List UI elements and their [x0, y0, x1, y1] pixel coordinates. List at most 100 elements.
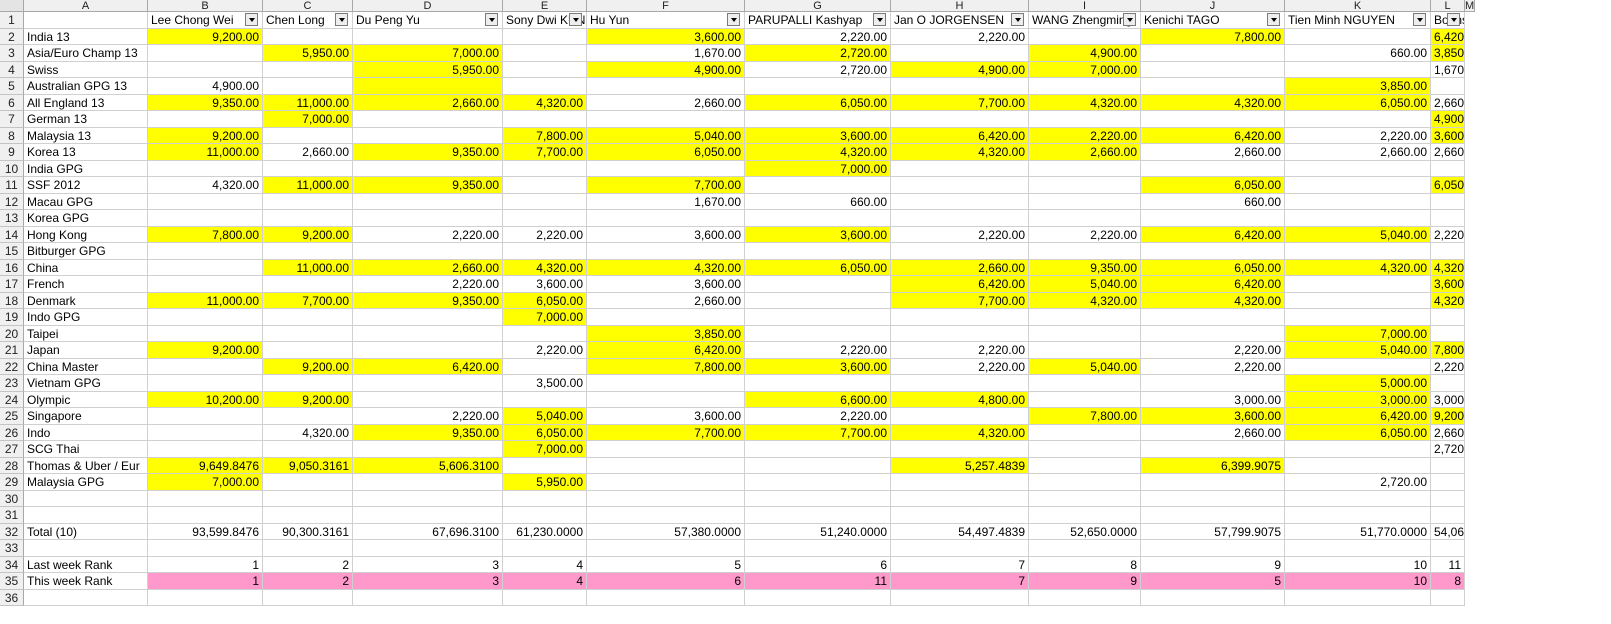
- row-header[interactable]: 29: [0, 474, 24, 491]
- points-cell[interactable]: 7,000.00: [148, 474, 263, 491]
- row-header[interactable]: 12: [0, 193, 24, 210]
- points-cell[interactable]: 4,900.00: [1431, 111, 1465, 128]
- points-cell[interactable]: 6,050.00: [1285, 94, 1431, 111]
- row-header[interactable]: 25: [0, 408, 24, 425]
- row-header[interactable]: 21: [0, 342, 24, 359]
- column-header-B[interactable]: B: [148, 0, 263, 12]
- points-cell[interactable]: [353, 441, 503, 458]
- points-cell[interactable]: 6,420.00: [1141, 127, 1285, 144]
- points-cell[interactable]: 2,660.00: [263, 144, 353, 161]
- row-header[interactable]: 16: [0, 259, 24, 276]
- points-cell[interactable]: [745, 243, 891, 260]
- points-cell[interactable]: [1285, 358, 1431, 375]
- row-header[interactable]: 3: [0, 45, 24, 62]
- points-cell[interactable]: 2,220.00: [1141, 342, 1285, 359]
- points-cell[interactable]: 6,050.00: [587, 144, 745, 161]
- points-cell[interactable]: [503, 111, 587, 128]
- points-cell[interactable]: 10,200.00: [148, 391, 263, 408]
- row-header[interactable]: 7: [0, 111, 24, 128]
- points-cell[interactable]: [1431, 243, 1465, 260]
- tournament-label-cell[interactable]: China: [24, 259, 148, 276]
- row-header[interactable]: 13: [0, 210, 24, 227]
- tournament-label-cell[interactable]: SCG Thai: [24, 441, 148, 458]
- points-cell[interactable]: [148, 243, 263, 260]
- points-cell[interactable]: [263, 325, 353, 342]
- points-cell[interactable]: 4,320.00: [1141, 292, 1285, 309]
- points-cell[interactable]: 3,000.00: [1285, 391, 1431, 408]
- points-cell[interactable]: 51,770.0000: [1285, 523, 1431, 540]
- points-cell[interactable]: [503, 28, 587, 45]
- points-cell[interactable]: [1285, 457, 1431, 474]
- points-cell[interactable]: 2,660.00: [1431, 94, 1465, 111]
- tournament-label-cell[interactable]: Olympic: [24, 391, 148, 408]
- points-cell[interactable]: 3,850.00: [1431, 45, 1465, 62]
- points-cell[interactable]: [1285, 441, 1431, 458]
- points-cell[interactable]: 4,320.00: [1431, 292, 1465, 309]
- points-cell[interactable]: 7: [891, 556, 1029, 573]
- points-cell[interactable]: 2,220.00: [1029, 226, 1141, 243]
- points-cell[interactable]: 11,000.00: [263, 259, 353, 276]
- points-cell[interactable]: 4: [503, 556, 587, 573]
- points-cell[interactable]: 4,320.00: [1285, 259, 1431, 276]
- points-cell[interactable]: 2,660.00: [1029, 144, 1141, 161]
- points-cell[interactable]: 90,300.3161: [263, 523, 353, 540]
- player-header-cell[interactable]: Hu Yun: [587, 12, 745, 29]
- points-cell[interactable]: [1285, 309, 1431, 326]
- player-header-cell[interactable]: PARUPALLI Kashyap: [745, 12, 891, 29]
- points-cell[interactable]: [263, 276, 353, 293]
- points-cell[interactable]: 1: [148, 556, 263, 573]
- points-cell[interactable]: 9,200.00: [263, 226, 353, 243]
- points-cell[interactable]: [148, 61, 263, 78]
- points-cell[interactable]: 660.00: [1285, 45, 1431, 62]
- tournament-label-cell[interactable]: Korea GPG: [24, 210, 148, 227]
- points-cell[interactable]: 6,050.00: [1285, 424, 1431, 441]
- points-cell[interactable]: [148, 408, 263, 425]
- points-cell[interactable]: [148, 490, 263, 507]
- points-cell[interactable]: 9,200.00: [263, 358, 353, 375]
- points-cell[interactable]: 7,000.00: [503, 309, 587, 326]
- tournament-label-cell[interactable]: China Master: [24, 358, 148, 375]
- points-cell[interactable]: [587, 309, 745, 326]
- points-cell[interactable]: [353, 474, 503, 491]
- points-cell[interactable]: 57,380.0000: [587, 523, 745, 540]
- points-cell[interactable]: 4,320.00: [1029, 292, 1141, 309]
- row-header[interactable]: 5: [0, 78, 24, 95]
- points-cell[interactable]: 9,200.00: [148, 28, 263, 45]
- points-cell[interactable]: 7,800.00: [587, 358, 745, 375]
- points-cell[interactable]: [891, 177, 1029, 194]
- points-cell[interactable]: 5,040.00: [1285, 342, 1431, 359]
- points-cell[interactable]: 2,660.00: [353, 94, 503, 111]
- points-cell[interactable]: [148, 589, 263, 606]
- points-cell[interactable]: [1431, 193, 1465, 210]
- tournament-label-cell[interactable]: Hong Kong: [24, 226, 148, 243]
- points-cell[interactable]: [1285, 210, 1431, 227]
- points-cell[interactable]: 4,320.00: [891, 144, 1029, 161]
- tournament-label-cell[interactable]: Denmark: [24, 292, 148, 309]
- points-cell[interactable]: [353, 28, 503, 45]
- tournament-label-cell[interactable]: French: [24, 276, 148, 293]
- points-cell[interactable]: 3,600.00: [587, 408, 745, 425]
- points-cell[interactable]: [587, 375, 745, 392]
- tournament-label-cell[interactable]: India GPG: [24, 160, 148, 177]
- points-cell[interactable]: 6,050.00: [745, 259, 891, 276]
- points-cell[interactable]: 51,240.0000: [745, 523, 891, 540]
- points-cell[interactable]: [148, 193, 263, 210]
- points-cell[interactable]: [1029, 325, 1141, 342]
- points-cell[interactable]: [1029, 540, 1141, 557]
- row-header[interactable]: 36: [0, 589, 24, 606]
- points-cell[interactable]: 4,320.00: [503, 259, 587, 276]
- points-cell[interactable]: [353, 375, 503, 392]
- player-header-cell[interactable]: Jan O JORGENSEN: [891, 12, 1029, 29]
- player-header-cell[interactable]: Sony Dwi KUNCORO: [503, 12, 587, 29]
- points-cell[interactable]: 1: [148, 573, 263, 590]
- points-cell[interactable]: 7,700.00: [587, 424, 745, 441]
- points-cell[interactable]: [263, 127, 353, 144]
- points-cell[interactable]: 9,200.00: [263, 391, 353, 408]
- points-cell[interactable]: 2,660.00: [1141, 144, 1285, 161]
- tournament-label-cell[interactable]: Indo: [24, 424, 148, 441]
- points-cell[interactable]: [1141, 589, 1285, 606]
- points-cell[interactable]: 6,050.00: [745, 94, 891, 111]
- points-cell[interactable]: [1029, 589, 1141, 606]
- points-cell[interactable]: [503, 45, 587, 62]
- points-cell[interactable]: [1141, 243, 1285, 260]
